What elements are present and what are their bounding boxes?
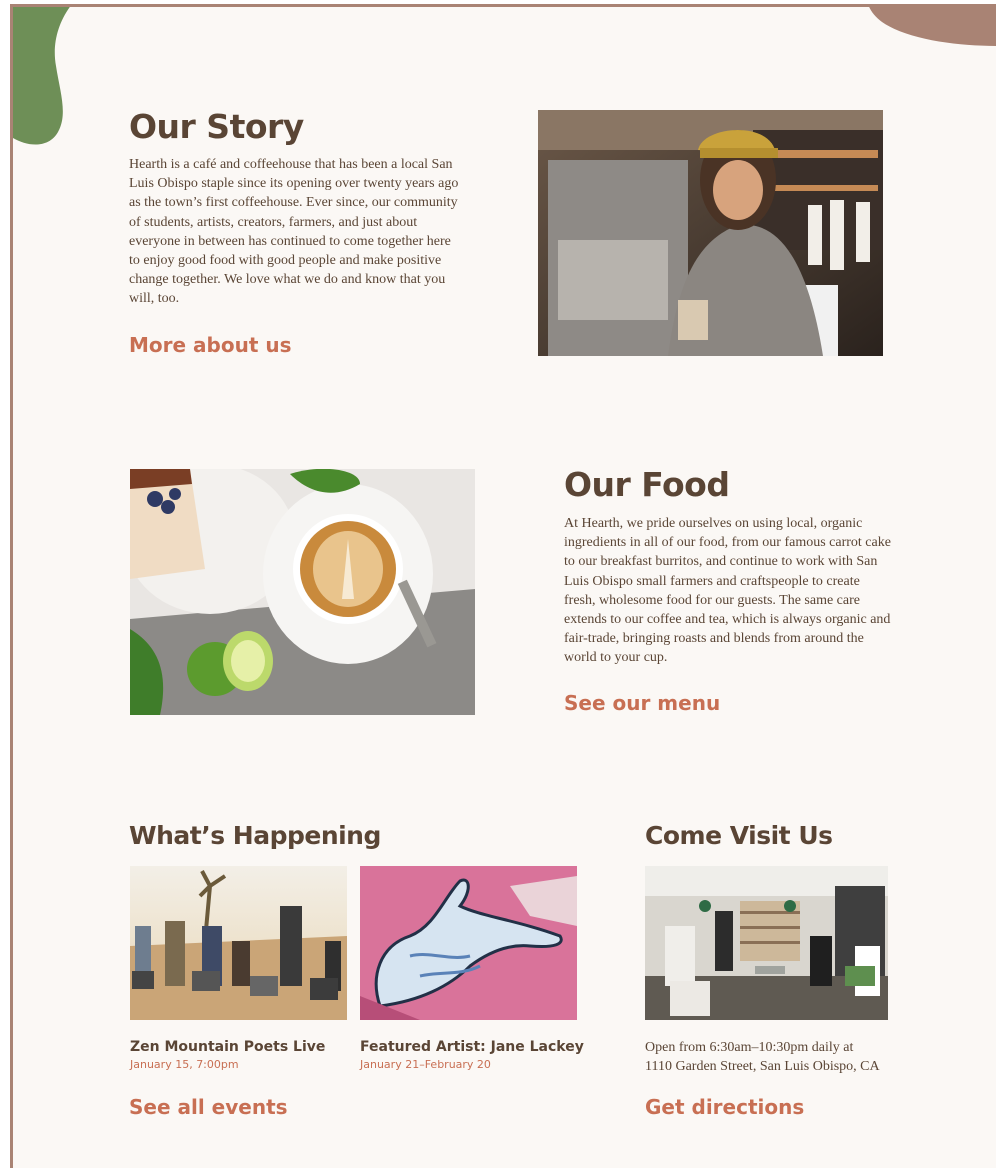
story-body: Hearth is a café and coffeehouse that ha… bbox=[129, 157, 459, 307]
event-date: January 15, 7:00pm bbox=[130, 1058, 239, 1071]
decorative-green-blob bbox=[13, 7, 70, 145]
coffee-and-cake-photo bbox=[130, 469, 475, 715]
event-date: January 21–February 20 bbox=[360, 1058, 491, 1071]
page: Our Story Hearth is a café and coffeehou… bbox=[10, 4, 996, 1168]
event-title[interactable]: Featured Artist: Jane Lackey bbox=[360, 1039, 584, 1055]
get-directions-link[interactable]: Get directions bbox=[645, 1095, 804, 1119]
barista-photo bbox=[538, 110, 883, 356]
visit-title: Come Visit Us bbox=[645, 821, 833, 850]
artist-event-photo[interactable] bbox=[360, 866, 577, 1020]
decorative-brown-blob bbox=[869, 7, 996, 46]
see-all-events-link[interactable]: See all events bbox=[129, 1095, 288, 1119]
poets-event-photo[interactable] bbox=[130, 866, 347, 1020]
story-title: Our Story bbox=[129, 107, 304, 146]
visit-hours: Open from 6:30am–10:30pm daily at bbox=[645, 1040, 854, 1055]
visit-address: 1110 Garden Street, San Luis Obispo, CA bbox=[645, 1059, 880, 1074]
more-about-us-link[interactable]: More about us bbox=[129, 333, 292, 357]
see-our-menu-link[interactable]: See our menu bbox=[564, 691, 720, 715]
cafe-interior-photo bbox=[645, 866, 888, 1020]
food-title: Our Food bbox=[564, 465, 730, 504]
happening-title: What’s Happening bbox=[129, 821, 381, 850]
food-body: At Hearth, we pride ourselves on using l… bbox=[564, 516, 891, 666]
event-title[interactable]: Zen Mountain Poets Live bbox=[130, 1039, 325, 1055]
